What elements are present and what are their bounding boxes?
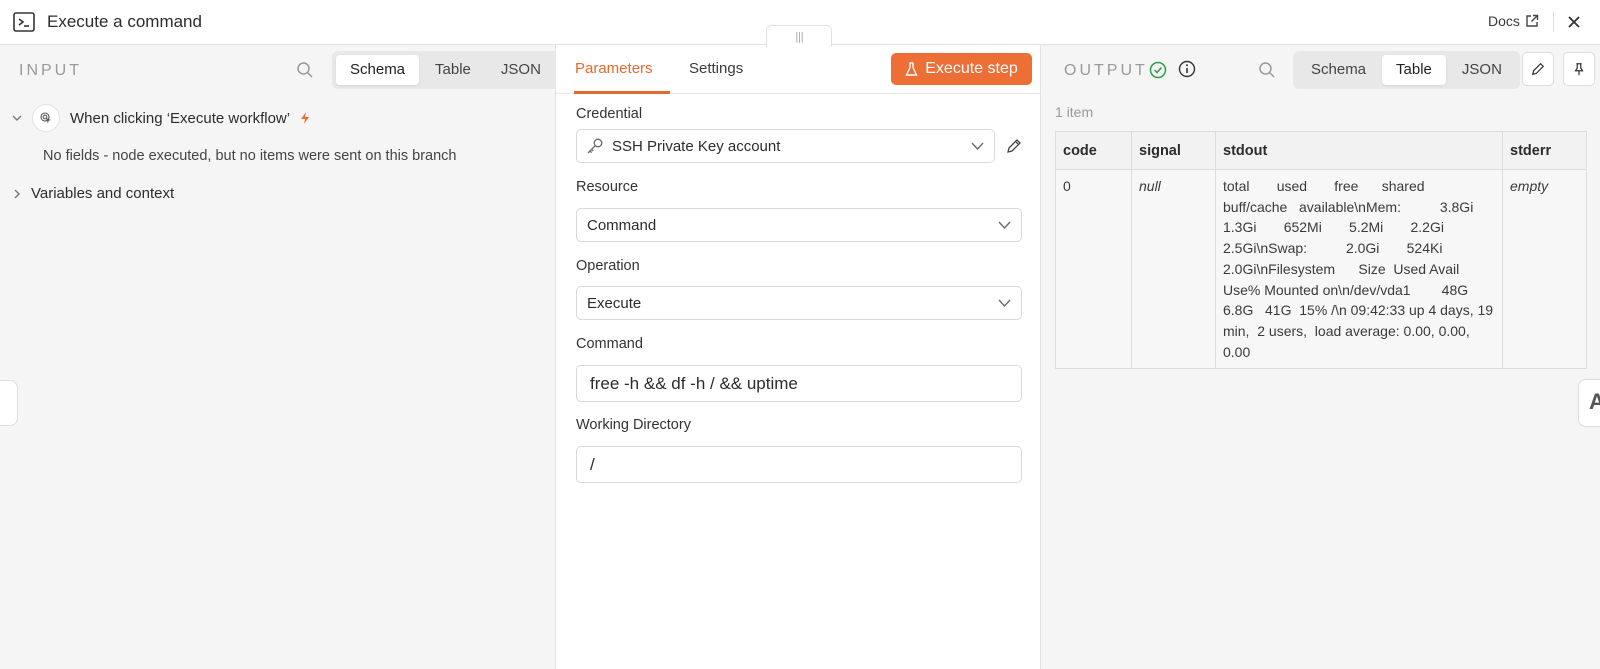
next-node-tab[interactable]: A bbox=[1578, 379, 1600, 427]
output-view-schema[interactable]: Schema bbox=[1297, 55, 1380, 85]
credential-value: SSH Private Key account bbox=[612, 137, 781, 155]
working-directory-input[interactable]: / bbox=[576, 446, 1022, 483]
edit-output-button[interactable] bbox=[1522, 52, 1554, 86]
search-icon[interactable] bbox=[296, 61, 314, 79]
column-header-stderr: stderr bbox=[1502, 131, 1587, 170]
operation-label: Operation bbox=[576, 258, 640, 274]
cell-stdout: total used free shared buff/cache availa… bbox=[1215, 168, 1503, 370]
chevron-down-icon[interactable] bbox=[11, 112, 23, 124]
command-input[interactable]: free -h && df -h / && uptime bbox=[576, 365, 1022, 402]
cell-code: 0 bbox=[1055, 168, 1132, 370]
resource-value: Command bbox=[587, 216, 657, 234]
trigger-node-name: When clicking ‘Execute workflow’ bbox=[70, 109, 291, 127]
panel-drag-handle[interactable]: ||| bbox=[766, 25, 832, 47]
column-header-code: code bbox=[1055, 131, 1132, 170]
column-header-signal: signal bbox=[1131, 131, 1216, 170]
execute-step-label: Execute step bbox=[925, 60, 1018, 77]
chevron-right-icon[interactable] bbox=[11, 188, 23, 200]
lightning-icon bbox=[301, 112, 310, 124]
node-icon bbox=[32, 104, 60, 132]
close-icon[interactable] bbox=[1566, 14, 1582, 30]
table-row: 0 null total used free shared buff/cache… bbox=[1055, 168, 1587, 370]
credential-label: Credential bbox=[576, 106, 643, 122]
parameters-panel: Parameters Settings Execute step Credent… bbox=[556, 45, 1041, 669]
node-title: Execute a command bbox=[47, 12, 202, 31]
external-link-icon bbox=[1526, 14, 1539, 27]
variables-context-row[interactable]: Variables and context bbox=[11, 185, 174, 202]
input-view-table[interactable]: Table bbox=[421, 55, 485, 85]
working-directory-label: Working Directory bbox=[576, 417, 691, 433]
output-table: code signal stdout stderr 0 null total u… bbox=[1055, 131, 1587, 370]
input-view-switch: Schema Table JSON bbox=[332, 51, 559, 89]
input-view-json[interactable]: JSON bbox=[487, 55, 555, 85]
search-icon[interactable] bbox=[1258, 61, 1276, 79]
terminal-icon bbox=[13, 12, 35, 32]
tab-parameters[interactable]: Parameters bbox=[575, 60, 653, 77]
output-panel-label: OUTPUT bbox=[1064, 62, 1148, 79]
parameter-tabs: Parameters Settings Execute step bbox=[556, 45, 1041, 94]
operation-select[interactable]: Execute bbox=[576, 286, 1022, 320]
credential-select[interactable]: SSH Private Key account bbox=[576, 129, 995, 163]
pin-icon bbox=[1574, 63, 1584, 76]
key-icon bbox=[587, 138, 603, 154]
tab-settings[interactable]: Settings bbox=[689, 60, 743, 77]
chevron-down-icon bbox=[998, 221, 1011, 229]
output-view-table[interactable]: Table bbox=[1382, 55, 1446, 85]
docs-label: Docs bbox=[1488, 13, 1520, 29]
pencil-icon[interactable] bbox=[1006, 138, 1022, 154]
resource-label: Resource bbox=[576, 179, 639, 195]
operation-value: Execute bbox=[587, 294, 642, 312]
chevron-down-icon bbox=[998, 299, 1011, 307]
no-fields-message: No fields - node executed, but no items … bbox=[43, 148, 457, 164]
input-panel: INPUT Schema Table JSON When clicking ‘E… bbox=[0, 45, 559, 669]
item-count: 1 item bbox=[1055, 104, 1094, 120]
variables-context-label: Variables and context bbox=[31, 185, 175, 202]
table-header-row: code signal stdout stderr bbox=[1055, 131, 1587, 170]
command-label: Command bbox=[576, 336, 643, 352]
flask-icon bbox=[905, 61, 918, 76]
previous-node-tab[interactable] bbox=[0, 380, 18, 426]
divider bbox=[1553, 12, 1554, 32]
execute-step-button[interactable]: Execute step bbox=[891, 53, 1032, 85]
output-view-json[interactable]: JSON bbox=[1448, 55, 1516, 85]
input-view-schema[interactable]: Schema bbox=[336, 55, 420, 85]
pointer-click-icon bbox=[40, 112, 51, 124]
chevron-down-icon bbox=[971, 142, 984, 150]
cell-stderr: empty bbox=[1502, 168, 1587, 370]
output-view-switch: Schema Table JSON bbox=[1293, 51, 1520, 89]
column-header-stdout: stdout bbox=[1215, 131, 1503, 170]
output-panel: OUTPUT Schema Table JSON 1 item code sig… bbox=[1041, 45, 1600, 669]
pin-data-button[interactable] bbox=[1563, 52, 1595, 86]
check-circle-icon bbox=[1149, 61, 1167, 79]
active-tab-indicator bbox=[574, 91, 670, 94]
trigger-node-row[interactable]: When clicking ‘Execute workflow’ bbox=[11, 104, 311, 132]
docs-link[interactable]: Docs bbox=[1488, 13, 1539, 29]
info-icon[interactable] bbox=[1178, 60, 1196, 78]
resource-select[interactable]: Command bbox=[576, 208, 1022, 242]
pencil-icon bbox=[1531, 62, 1545, 76]
input-panel-label: INPUT bbox=[19, 62, 82, 79]
cell-signal: null bbox=[1131, 168, 1216, 370]
